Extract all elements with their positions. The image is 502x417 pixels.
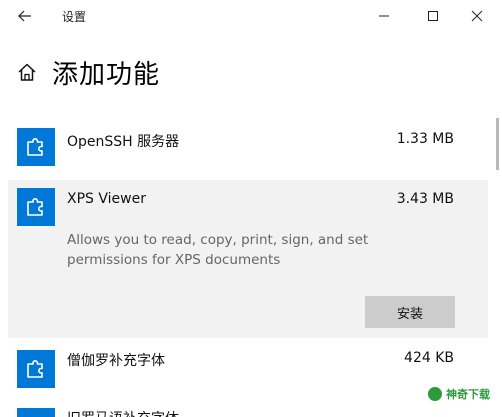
title-bar: 设置: [0, 0, 502, 32]
feature-name: 僧伽罗补充字体: [67, 353, 165, 369]
feature-size: 424 KB: [404, 350, 454, 366]
feature-tile: [17, 350, 55, 388]
install-button[interactable]: 安装: [365, 296, 455, 328]
feature-row-xps-viewer[interactable]: XPS Viewer 3.43 MB Allows you to read, c…: [8, 180, 488, 338]
feature-size: 1.33 MB: [396, 131, 454, 147]
puzzle-piece-icon: [27, 138, 43, 156]
watermark-logo-icon: [428, 387, 442, 401]
back-button[interactable]: [14, 6, 36, 26]
window-title: 设置: [62, 10, 87, 24]
feature-name: 旧罗马语补充字体: [67, 408, 179, 417]
feature-tile: [17, 188, 55, 226]
maximize-icon: [428, 11, 438, 21]
home-icon[interactable]: [16, 61, 38, 83]
watermark-text: 神奇下载: [446, 388, 490, 401]
feature-row-openssh[interactable]: OpenSSH 服务器 1.33 MB: [8, 118, 488, 174]
feature-name: XPS Viewer: [67, 191, 146, 207]
scrollbar-thumb[interactable]: [496, 118, 499, 170]
arrow-left-icon: [18, 10, 31, 22]
feature-tile: [17, 128, 55, 166]
maximize-button[interactable]: [420, 6, 446, 26]
close-button[interactable]: [464, 6, 490, 26]
feature-description: Allows you to read, copy, print, sign, a…: [67, 232, 369, 268]
minimize-icon: [379, 15, 389, 17]
feature-name: OpenSSH 服务器: [67, 134, 180, 150]
puzzle-piece-icon: [27, 198, 43, 216]
feature-tile: [17, 408, 55, 417]
close-icon: [471, 10, 483, 22]
feature-row-partial[interactable]: 旧罗马语补充字体: [8, 400, 488, 417]
feature-size: 3.43 MB: [396, 191, 454, 207]
page-title: 添加功能: [52, 60, 161, 90]
watermark: 神奇下载: [428, 386, 490, 402]
minimize-button[interactable]: [371, 6, 397, 26]
feature-row-sinhala-font[interactable]: 僧伽罗补充字体 424 KB: [8, 342, 488, 392]
puzzle-piece-icon: [27, 360, 43, 378]
